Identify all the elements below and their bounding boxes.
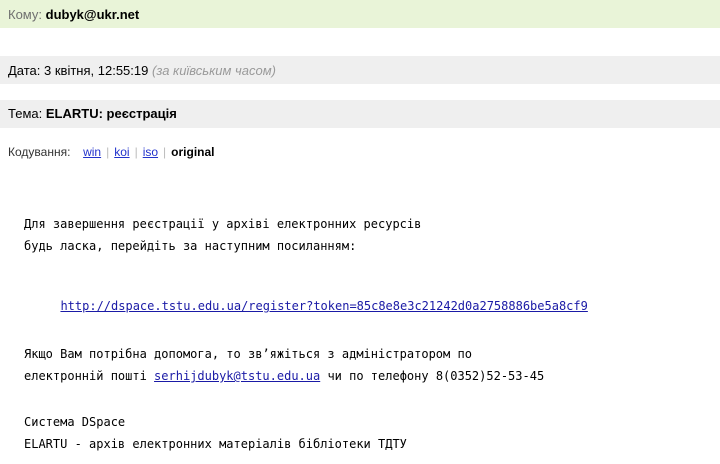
subject-row: Тема: ELARTU: реєстрація	[0, 100, 720, 128]
help-line-2-prefix: електронній пошті	[24, 369, 155, 383]
help-line-2: електронній пошті serhijdubyk@tstu.edu.u…	[24, 366, 714, 386]
subject-value: ELARTU: реєстрація	[45, 106, 177, 121]
separator: |	[163, 145, 167, 159]
help-line-1: Якщо Вам потрібна допомога, то зв’яжітьс…	[24, 347, 472, 361]
encoding-win-link[interactable]: win	[83, 145, 101, 159]
body-intro-line-2: будь ласка, перейдіть за наступним посил…	[24, 239, 357, 253]
subject-label: Тема:	[8, 106, 43, 121]
encoding-koi-link[interactable]: koi	[114, 145, 129, 159]
date-timezone-note: (за київським часом)	[151, 63, 276, 78]
separator: |	[134, 145, 138, 159]
to-label: Кому:	[8, 7, 42, 22]
recipient-row: Кому: dubyk@ukr.net	[0, 0, 720, 28]
encoding-bar: Кодування: win | koi | iso | original	[8, 145, 215, 159]
date-row: Дата: 3 квітня, 12:55:19 (за київським ч…	[0, 56, 720, 84]
separator: |	[106, 145, 110, 159]
date-value: 3 квітня, 12:55:19	[44, 63, 149, 78]
register-link-line: http://dspace.tstu.edu.ua/register?token…	[46, 276, 720, 316]
help-email-link[interactable]: serhijdubyk@tstu.edu.ua	[154, 369, 320, 383]
encoding-original-selected: original	[171, 145, 215, 159]
help-line-2-suffix: чи по телефону 8(0352)52-53-45	[320, 369, 545, 383]
register-link[interactable]: http://dspace.tstu.edu.ua/register?token…	[60, 299, 587, 313]
date-label: Дата:	[8, 63, 41, 78]
encoding-label: Кодування:	[8, 145, 71, 159]
to-address: dubyk@ukr.net	[45, 7, 140, 22]
signature-line-2: ELARTU - архів електронних матеріалів бі…	[24, 437, 407, 451]
encoding-iso-link[interactable]: iso	[143, 145, 158, 159]
signature-line-1: Система DSpace	[24, 415, 126, 429]
body-intro-line-1: Для завершення реєстрації у архіві елект…	[24, 217, 422, 231]
